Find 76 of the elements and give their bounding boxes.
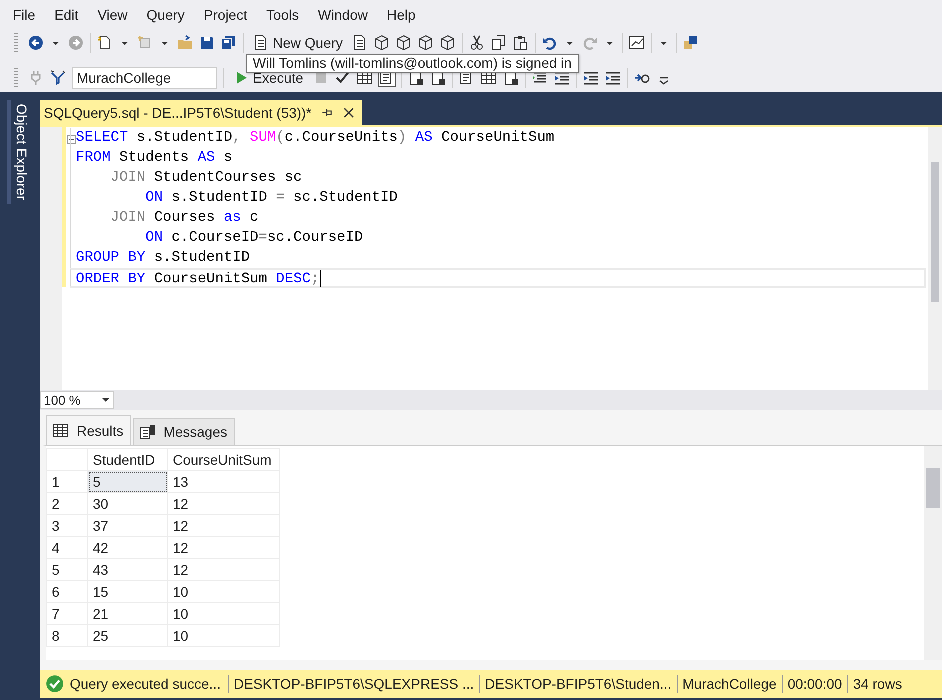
chart-icon[interactable]	[629, 35, 646, 51]
database-dropdown[interactable]: MurachCollege	[72, 67, 217, 89]
document-tab[interactable]: SQLQuery5.sql - DE...IP5T6\Student (53))*	[40, 100, 362, 125]
scrollbar[interactable]	[928, 127, 942, 390]
row-number: 5	[46, 558, 88, 580]
save-icon[interactable]	[199, 35, 215, 51]
indent-icon[interactable]	[582, 70, 599, 86]
table-cell: 12	[168, 536, 280, 558]
table-cell: 37	[88, 514, 168, 536]
check-icon[interactable]	[334, 70, 351, 86]
table-cell: 12	[168, 492, 280, 514]
table-cell: 25	[88, 624, 168, 646]
status-text: DESKTOP-BFIP5T6\SQLEXPRESS ...	[228, 675, 480, 693]
table-cell: 10	[168, 602, 280, 624]
table-cell: 10	[168, 580, 280, 602]
table-cell: 30	[88, 492, 168, 514]
new-query-button[interactable]: New Query	[250, 31, 346, 55]
indent-icon[interactable]	[554, 70, 570, 86]
menu-item[interactable]: View	[90, 7, 140, 23]
menu-item[interactable]: Query	[140, 7, 197, 23]
success-icon	[46, 675, 64, 693]
status-text: MurachCollege	[676, 675, 782, 693]
menu-item[interactable]: Tools	[259, 7, 312, 23]
folder-icon[interactable]	[177, 35, 193, 51]
menu-item[interactable]: File	[6, 7, 48, 23]
messages-icon	[140, 424, 156, 440]
status-message: Query executed succe...	[70, 676, 221, 692]
cube-icon[interactable]	[374, 35, 390, 51]
row-number: 3	[46, 514, 88, 536]
document-icon	[253, 35, 269, 51]
scrollbar[interactable]	[924, 446, 942, 660]
result-tab[interactable]: Results	[46, 415, 131, 445]
cube-icon[interactable]	[418, 35, 434, 51]
grid-icon[interactable]	[356, 70, 373, 86]
row-number: 6	[46, 580, 88, 602]
document-icon[interactable]	[352, 35, 368, 51]
grid-icon[interactable]	[480, 70, 497, 86]
menu-item[interactable]: Project	[196, 7, 260, 23]
zoom-dropdown[interactable]: 100 %	[40, 391, 114, 409]
results-grid-icon	[53, 422, 69, 438]
row-number: 2	[46, 492, 88, 514]
cube-icon[interactable]	[396, 35, 412, 51]
table-cell: 21	[88, 602, 168, 624]
table-cell: 13	[168, 470, 280, 492]
result-tab[interactable]: Messages	[132, 418, 234, 445]
table-cell: 10	[168, 624, 280, 646]
row-number: 7	[46, 602, 88, 624]
table-cell: 12	[168, 558, 280, 580]
row-number: 4	[46, 536, 88, 558]
cube-icon[interactable]	[440, 35, 456, 51]
back-icon[interactable]	[28, 35, 44, 51]
caret-icon[interactable]	[102, 396, 110, 404]
menu-item[interactable]: Window	[311, 7, 380, 23]
side-tab[interactable]: Object Explorer	[7, 100, 33, 204]
status-text: DESKTOP-BFIP5T6\Studen...	[479, 675, 677, 693]
filter-icon[interactable]	[50, 70, 66, 86]
undo-icon[interactable]	[542, 35, 558, 51]
row-number: 8	[46, 624, 88, 646]
indent-icon[interactable]	[604, 70, 621, 86]
table-cell: 42	[88, 536, 168, 558]
cut-icon[interactable]	[469, 35, 486, 51]
table-cell: 15	[88, 580, 168, 602]
copy-icon[interactable]	[491, 35, 508, 51]
close-icon[interactable]	[342, 106, 356, 120]
table-cell: 43	[88, 558, 168, 580]
find-icon[interactable]	[683, 35, 700, 51]
table-cell: 5	[88, 470, 168, 492]
save-all-icon[interactable]	[221, 35, 237, 51]
column-header[interactable]: CourseUnitSum	[168, 448, 280, 470]
new-file-icon[interactable]	[97, 35, 113, 51]
paste-icon[interactable]	[513, 35, 530, 51]
table-cell: 12	[168, 514, 280, 536]
status-text: 00:00:00	[782, 675, 848, 693]
menu-item[interactable]: Edit	[48, 7, 91, 23]
menu-item[interactable]: Help	[380, 7, 428, 23]
status-text: 34 rows	[847, 675, 908, 693]
